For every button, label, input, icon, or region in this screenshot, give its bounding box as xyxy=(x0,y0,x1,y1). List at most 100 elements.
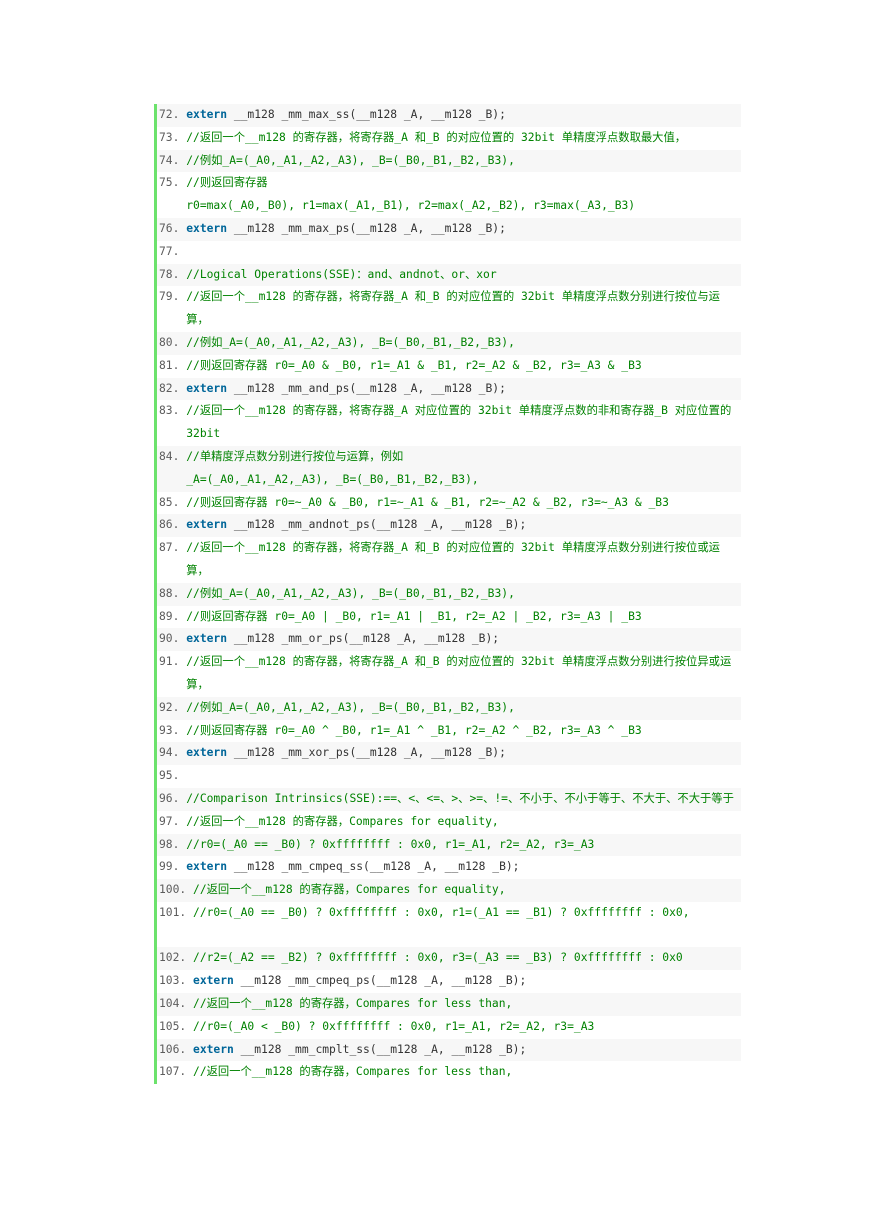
code-line: 75. //则返回寄存器 r0=max(_A0,_B0), r1=max(_A1… xyxy=(157,172,741,218)
code-line: 77. xyxy=(157,240,741,264)
comment-token: //返回一个__m128 的寄存器，将寄存器_A 对应位置的 32bit 单精度… xyxy=(186,404,739,441)
comment-token: //r0=(_A0 < _B0) ? 0xffffffff : 0x0, r1=… xyxy=(193,1019,595,1033)
keyword-token: extern xyxy=(186,632,228,646)
comment-token: //则返回寄存器 r0=max(_A0,_B0), r1=max(_A1,_B1… xyxy=(186,176,636,213)
line-number: 98. xyxy=(159,837,187,851)
code-token: __m128 _mm_cmpeq_ss(__m128 _A, __m128 _B… xyxy=(227,860,520,874)
line-number: 100. xyxy=(159,883,194,897)
code-text: //返回一个__m128 的寄存器，Compares for less than… xyxy=(193,993,741,1016)
code-text: //返回一个__m128 的寄存器，将寄存器_A 和_B 的对应位置的 32bi… xyxy=(186,127,741,150)
code-text: extern __m128 _mm_andnot_ps(__m128 _A, _… xyxy=(186,514,741,537)
keyword-token: extern xyxy=(186,108,228,121)
keyword-token: extern xyxy=(193,974,234,988)
line-number: 87. xyxy=(159,541,187,555)
code-line: 101. //r0=(_A0 == _B0) ? 0xffffffff : 0x… xyxy=(157,901,741,948)
code-text: //例如_A=(_A0,_A1,_A2,_A3), _B=(_B0,_B1,_B… xyxy=(186,150,741,173)
code-token: __m128 _mm_cmpeq_ps(__m128 _A, __m128 _B… xyxy=(233,974,527,988)
comment-token: //r0=(_A0 == _B0) ? 0xffffffff : 0x0, r1… xyxy=(186,837,595,851)
comment-token: //返回一个__m128 的寄存器，Compares for less than… xyxy=(193,1065,513,1079)
code-line: 96. //Comparison Intrinsics(SSE):==、<、<=… xyxy=(157,787,741,811)
line-number: 99. xyxy=(159,860,187,874)
code-line: 98. //r0=(_A0 == _B0) ? 0xffffffff : 0x0… xyxy=(157,833,741,857)
code-text: //Logical Operations(SSE)：and、andnot、or、… xyxy=(186,264,741,287)
code-text: //返回一个__m128 的寄存器，将寄存器_A 和_B 的对应位置的 32bi… xyxy=(186,537,741,583)
code-text: //例如_A=(_A0,_A1,_A2,_A3), _B=(_B0,_B1,_B… xyxy=(186,697,741,720)
code-token: __m128 _mm_max_ss(__m128 _A, __m128 _B); xyxy=(227,108,506,121)
line-number: 85. xyxy=(159,495,187,509)
code-text: extern __m128 _mm_max_ps(__m128 _A, __m1… xyxy=(186,218,741,241)
comment-token: //则返回寄存器 r0=_A0 | _B0, r1=_A1 | _B1, r2=… xyxy=(186,609,642,623)
comment-token: //例如_A=(_A0,_A1,_A2,_A3), _B=(_B0,_B1,_B… xyxy=(186,586,515,600)
code-line: 92. //例如_A=(_A0,_A1,_A2,_A3), _B=(_B0,_B… xyxy=(157,696,741,720)
code-text: //r0=(_A0 == _B0) ? 0xffffffff : 0x0, r1… xyxy=(186,834,741,857)
code-text: extern __m128 _mm_and_ps(__m128 _A, __m1… xyxy=(186,378,741,401)
keyword-token: extern xyxy=(186,221,228,235)
code-line: 94. extern __m128 _mm_xor_ps(__m128 _A, … xyxy=(157,742,741,766)
line-number: 92. xyxy=(159,700,187,714)
line-number: 80. xyxy=(159,335,187,349)
code-line: 105. //r0=(_A0 < _B0) ? 0xffffffff : 0x0… xyxy=(157,1015,741,1039)
comment-token: //则返回寄存器 r0=_A0 ^ _B0, r1=_A1 ^ _B1, r2=… xyxy=(186,723,642,737)
code-text: //r2=(_A2 == _B2) ? 0xffffffff : 0x0, r3… xyxy=(193,947,741,970)
code-text: //例如_A=(_A0,_A1,_A2,_A3), _B=(_B0,_B1,_B… xyxy=(186,583,741,606)
comment-token: //返回一个__m128 的寄存器，将寄存器_A 和_B 的对应位置的 32bi… xyxy=(186,290,720,327)
code-text: //返回一个__m128 的寄存器，将寄存器_A 对应位置的 32bit 单精度… xyxy=(186,400,741,446)
code-line: 95. xyxy=(157,765,741,788)
line-number: 82. xyxy=(159,381,187,395)
line-number: 97. xyxy=(159,814,187,828)
keyword-token: extern xyxy=(186,860,228,874)
code-text: //返回一个__m128 的寄存器，将寄存器_A 和_B 的对应位置的 32bi… xyxy=(186,286,741,332)
keyword-token: extern xyxy=(193,1042,234,1056)
code-line: 102. //r2=(_A2 == _B2) ? 0xffffffff : 0x… xyxy=(157,947,741,971)
code-token: __m128 _mm_or_ps(__m128 _A, __m128 _B); xyxy=(227,632,500,646)
code-text: extern __m128 _mm_cmplt_ss(__m128 _A, __… xyxy=(193,1039,741,1062)
code-text: //例如_A=(_A0,_A1,_A2,_A3), _B=(_B0,_B1,_B… xyxy=(186,332,741,355)
code-token: __m128 _mm_cmplt_ss(__m128 _A, __m128 _B… xyxy=(233,1042,527,1056)
code-line: 79. //返回一个__m128 的寄存器，将寄存器_A 和_B 的对应位置的 … xyxy=(157,286,741,332)
comment-token: //例如_A=(_A0,_A1,_A2,_A3), _B=(_B0,_B1,_B… xyxy=(186,153,515,167)
code-line: 99. extern __m128 _mm_cmpeq_ss(__m128 _A… xyxy=(157,856,741,880)
code-line: 97. //返回一个__m128 的寄存器，Compares for equal… xyxy=(157,810,741,834)
line-number: 90. xyxy=(159,632,187,646)
line-number: 77. xyxy=(159,244,187,258)
code-text: //则返回寄存器 r0=_A0 & _B0, r1=_A1 & _B1, r2=… xyxy=(186,355,741,378)
code-line: 82. extern __m128 _mm_and_ps(__m128 _A, … xyxy=(157,377,741,401)
line-number: 91. xyxy=(159,655,187,669)
code-text: //则返回寄存器 r0=~_A0 & _B0, r1=~_A1 & _B1, r… xyxy=(186,492,741,515)
code-line: 91. //返回一个__m128 的寄存器，将寄存器_A 和_B 的对应位置的 … xyxy=(157,651,741,697)
code-line: 76. extern __m128 _mm_max_ps(__m128 _A, … xyxy=(157,217,741,241)
comment-token: //Logical Operations(SSE)：and、andnot、or、… xyxy=(186,267,497,281)
code-text: //则返回寄存器 r0=_A0 | _B0, r1=_A1 | _B1, r2=… xyxy=(186,606,741,629)
line-number: 88. xyxy=(159,586,187,600)
comment-token: //返回一个__m128 的寄存器，Compares for equality, xyxy=(193,883,506,897)
comment-token: //Comparison Intrinsics(SSE):==、<、<=、>、>… xyxy=(186,791,734,805)
comment-token: //返回一个__m128 的寄存器，Compares for equality, xyxy=(186,814,499,828)
comment-token: //返回一个__m128 的寄存器，将寄存器_A 和_B 的对应位置的 32bi… xyxy=(186,130,687,144)
line-number: 105. xyxy=(159,1019,194,1033)
line-number: 83. xyxy=(159,404,187,418)
comment-token: //返回一个__m128 的寄存器，Compares for less than… xyxy=(193,997,513,1011)
code-line: 106. extern __m128 _mm_cmplt_ss(__m128 _… xyxy=(157,1038,741,1062)
line-number: 76. xyxy=(159,221,187,235)
code-token: __m128 _mm_and_ps(__m128 _A, __m128 _B); xyxy=(227,381,506,395)
code-text: //r0=(_A0 < _B0) ? 0xffffffff : 0x0, r1=… xyxy=(193,1016,741,1039)
line-number: 93. xyxy=(159,723,187,737)
code-line: 73. //返回一个__m128 的寄存器，将寄存器_A 和_B 的对应位置的 … xyxy=(157,126,741,150)
code-line: 86. extern __m128 _mm_andnot_ps(__m128 _… xyxy=(157,514,741,538)
code-listing: 72. extern __m128 _mm_max_ss(__m128 _A, … xyxy=(154,104,741,1085)
code-text: extern __m128 _mm_cmpeq_ps(__m128 _A, __… xyxy=(193,970,741,993)
keyword-token: extern xyxy=(186,518,228,532)
line-number: 75. xyxy=(159,176,187,190)
code-line: 72. extern __m128 _mm_max_ss(__m128 _A, … xyxy=(157,104,741,127)
line-number: 78. xyxy=(159,267,187,281)
keyword-token: extern xyxy=(186,381,228,395)
code-line: 104. //返回一个__m128 的寄存器，Compares for less… xyxy=(157,993,741,1016)
line-number: 96. xyxy=(159,791,187,805)
line-number: 81. xyxy=(159,358,187,372)
line-number: 104. xyxy=(159,997,194,1011)
comment-token: //则返回寄存器 r0=~_A0 & _B0, r1=~_A1 & _B1, r… xyxy=(186,495,669,509)
comment-token: //r0=(_A0 == _B0) ? 0xffffffff : 0x0, r1… xyxy=(193,905,690,919)
code-text: //r0=(_A0 == _B0) ? 0xffffffff : 0x0, r1… xyxy=(193,902,741,948)
comment-token: //单精度浮点数分别进行按位与运算，例如 _A=(_A0,_A1,_A2,_A3… xyxy=(186,449,479,486)
